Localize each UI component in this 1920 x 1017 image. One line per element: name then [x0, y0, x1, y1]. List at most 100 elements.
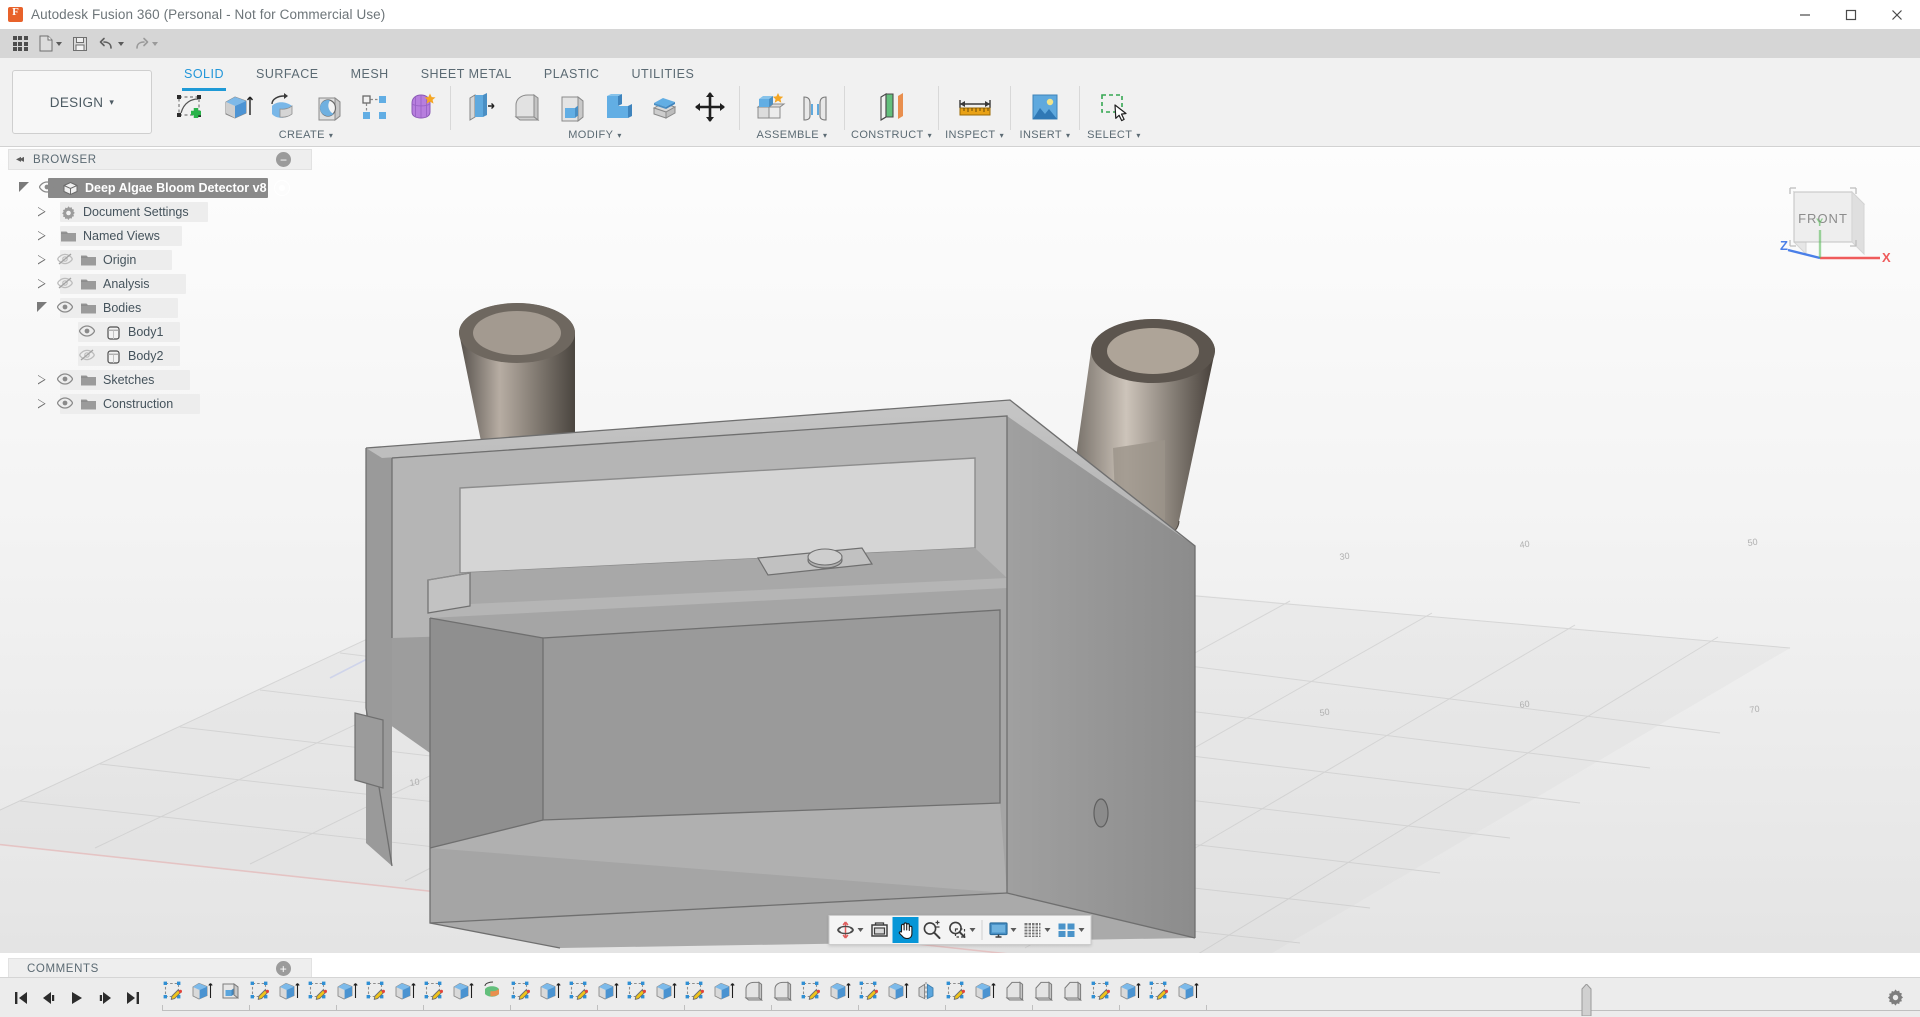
timeline-feature-sketch-24[interactable]: [854, 980, 883, 1008]
visibility-eye-icon[interactable]: [56, 372, 74, 388]
timeline-feature-sketch-0[interactable]: [158, 980, 187, 1008]
timeline-feature-sketch-14[interactable]: [564, 980, 593, 1008]
tree-node-root[interactable]: Deep Algae Bloom Detector v8: [0, 176, 312, 200]
tab-sheet-metal[interactable]: SHEET METAL: [405, 64, 528, 85]
panel-construct-label[interactable]: CONSTRUCT ▾: [851, 129, 932, 141]
minimize-button[interactable]: [1782, 0, 1828, 29]
tree-node-body1[interactable]: Body1: [0, 320, 312, 344]
timeline-feature-sketch-16[interactable]: [622, 980, 651, 1008]
measure-icon[interactable]: [947, 86, 1003, 128]
twisty-expanded[interactable]: [34, 300, 50, 316]
panel-create-label[interactable]: CREATE ▾: [279, 129, 334, 141]
insert-canvas-icon[interactable]: [1017, 86, 1073, 128]
tree-node-body2[interactable]: Body2: [0, 344, 312, 368]
pan-icon[interactable]: [893, 917, 919, 943]
twisty-collapsed[interactable]: [34, 204, 50, 220]
play-icon[interactable]: [64, 983, 90, 1013]
pattern-icon[interactable]: [352, 86, 398, 128]
timeline-feature-extrude-25[interactable]: [883, 980, 912, 1008]
timeline-feature-chamfer-30[interactable]: [1028, 980, 1057, 1008]
twisty-expanded[interactable]: [16, 180, 32, 196]
timeline-feature-sketch-3[interactable]: [245, 980, 274, 1008]
twisty-collapsed[interactable]: [34, 396, 50, 412]
undo-icon[interactable]: [95, 31, 127, 56]
timeline-feature-extrude-1[interactable]: [187, 980, 216, 1008]
timeline-feature-chamfer-29[interactable]: [999, 980, 1028, 1008]
timeline-feature-sketch-5[interactable]: [303, 980, 332, 1008]
form-icon[interactable]: [398, 86, 444, 128]
panel-modify-label[interactable]: MODIFY ▾: [568, 129, 622, 141]
timeline-feature-extrude-8[interactable]: [390, 980, 419, 1008]
timeline-track[interactable]: [158, 978, 1920, 1017]
panel-insert-label[interactable]: INSERT ▾: [1020, 129, 1071, 141]
tree-node-origin[interactable]: Origin: [0, 248, 312, 272]
visibility-eye-icon[interactable]: [38, 180, 56, 196]
timeline-feature-extrude-35[interactable]: [1173, 980, 1202, 1008]
twisty-collapsed[interactable]: [34, 276, 50, 292]
activate-component-radio[interactable]: [274, 180, 290, 196]
view-cube[interactable]: FRONT Z X Y: [1772, 170, 1892, 270]
workspace-switcher-button[interactable]: DESIGN ▾: [12, 70, 152, 134]
timeline-feature-revolve-11[interactable]: [477, 980, 506, 1008]
window-selection-icon[interactable]: [1086, 86, 1142, 128]
twisty-collapsed[interactable]: [34, 252, 50, 268]
move-copy-icon[interactable]: [687, 86, 733, 128]
save-icon[interactable]: [67, 31, 93, 56]
file-new-icon[interactable]: [35, 31, 65, 56]
combine-icon[interactable]: [595, 86, 641, 128]
timeline-feature-extrude-28[interactable]: [970, 980, 999, 1008]
timeline-feature-extrude-6[interactable]: [332, 980, 361, 1008]
visibility-eye-icon[interactable]: [56, 300, 74, 316]
timeline-feature-extrude-17[interactable]: [651, 980, 680, 1008]
step-forward-icon[interactable]: [92, 983, 118, 1013]
zoom-window-icon[interactable]: [945, 917, 979, 943]
offset-plane-icon[interactable]: [864, 86, 920, 128]
panel-select-label[interactable]: SELECT ▾: [1087, 129, 1141, 141]
tree-node-named-views[interactable]: Named Views: [0, 224, 312, 248]
tree-node-bodies[interactable]: Bodies: [0, 296, 312, 320]
redo-icon[interactable]: [129, 31, 161, 56]
tab-utilities[interactable]: UTILITIES: [615, 64, 710, 85]
step-back-icon[interactable]: [36, 983, 62, 1013]
visibility-eye-icon[interactable]: [78, 324, 96, 340]
tab-surface[interactable]: SURFACE: [240, 64, 335, 85]
tab-solid[interactable]: SOLID: [168, 64, 240, 85]
timeline-feature-fillet-21[interactable]: [767, 980, 796, 1008]
maximize-button[interactable]: [1828, 0, 1874, 29]
close-button[interactable]: [1874, 0, 1920, 29]
app-grid-icon[interactable]: [7, 31, 33, 56]
collapse-left-icon[interactable]: ◂◂: [16, 154, 22, 165]
twisty-collapsed[interactable]: [34, 228, 50, 244]
timeline-settings-gear-icon[interactable]: [1880, 983, 1910, 1013]
fillet-icon[interactable]: [503, 86, 549, 128]
timeline-feature-sketch-27[interactable]: [941, 980, 970, 1008]
zoom-icon[interactable]: [919, 917, 945, 943]
tab-mesh[interactable]: MESH: [335, 64, 405, 85]
tree-node-construction[interactable]: Construction: [0, 392, 312, 416]
plus-circle-icon[interactable]: +: [276, 961, 291, 976]
press-pull-icon[interactable]: [457, 86, 503, 128]
timeline-feature-mirror-26[interactable]: [912, 980, 941, 1008]
timeline-feature-extrude-19[interactable]: [709, 980, 738, 1008]
visibility-eye-hidden-icon[interactable]: [56, 252, 74, 268]
timeline-feature-chamfer-31[interactable]: [1057, 980, 1086, 1008]
tree-node-analysis[interactable]: Analysis: [0, 272, 312, 296]
timeline-feature-extrude-15[interactable]: [593, 980, 622, 1008]
tree-node-sketches[interactable]: Sketches: [0, 368, 312, 392]
timeline-feature-extrude-33[interactable]: [1115, 980, 1144, 1008]
tab-plastic[interactable]: PLASTIC: [528, 64, 616, 85]
timeline-end-marker[interactable]: [1581, 984, 1590, 1014]
viewports-icon[interactable]: [1054, 917, 1088, 943]
panel-inspect-label[interactable]: INSPECT ▾: [945, 129, 1004, 141]
comments-panel-header[interactable]: COMMENTS +: [8, 958, 312, 979]
display-settings-icon[interactable]: [986, 917, 1020, 943]
timeline-feature-sketch-7[interactable]: [361, 980, 390, 1008]
timeline-feature-shell-2[interactable]: [216, 980, 245, 1008]
twisty-collapsed[interactable]: [34, 372, 50, 388]
shell-icon[interactable]: [549, 86, 595, 128]
timeline-feature-fillet-20[interactable]: [738, 980, 767, 1008]
browser-header[interactable]: ◂◂ BROWSER −: [8, 149, 312, 170]
timeline-feature-extrude-10[interactable]: [448, 980, 477, 1008]
timeline-feature-extrude-23[interactable]: [825, 980, 854, 1008]
offset-face-icon[interactable]: [641, 86, 687, 128]
